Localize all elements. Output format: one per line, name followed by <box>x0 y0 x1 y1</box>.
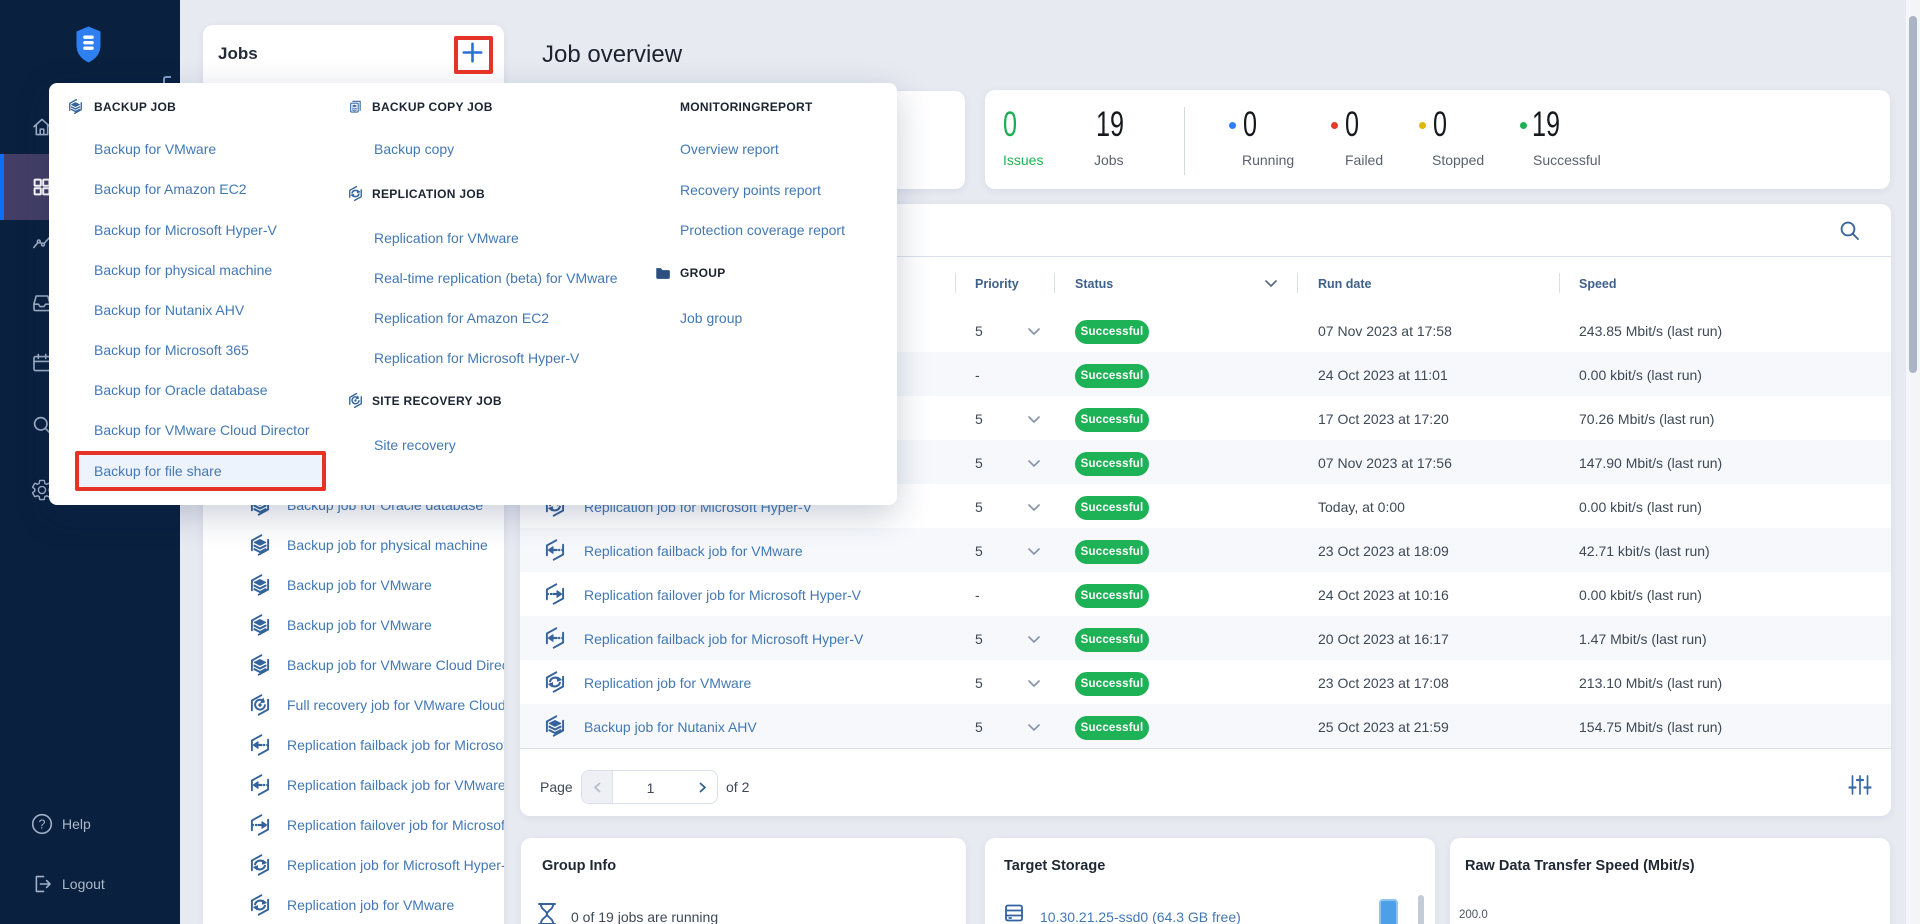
svg-text:?: ? <box>39 818 46 832</box>
